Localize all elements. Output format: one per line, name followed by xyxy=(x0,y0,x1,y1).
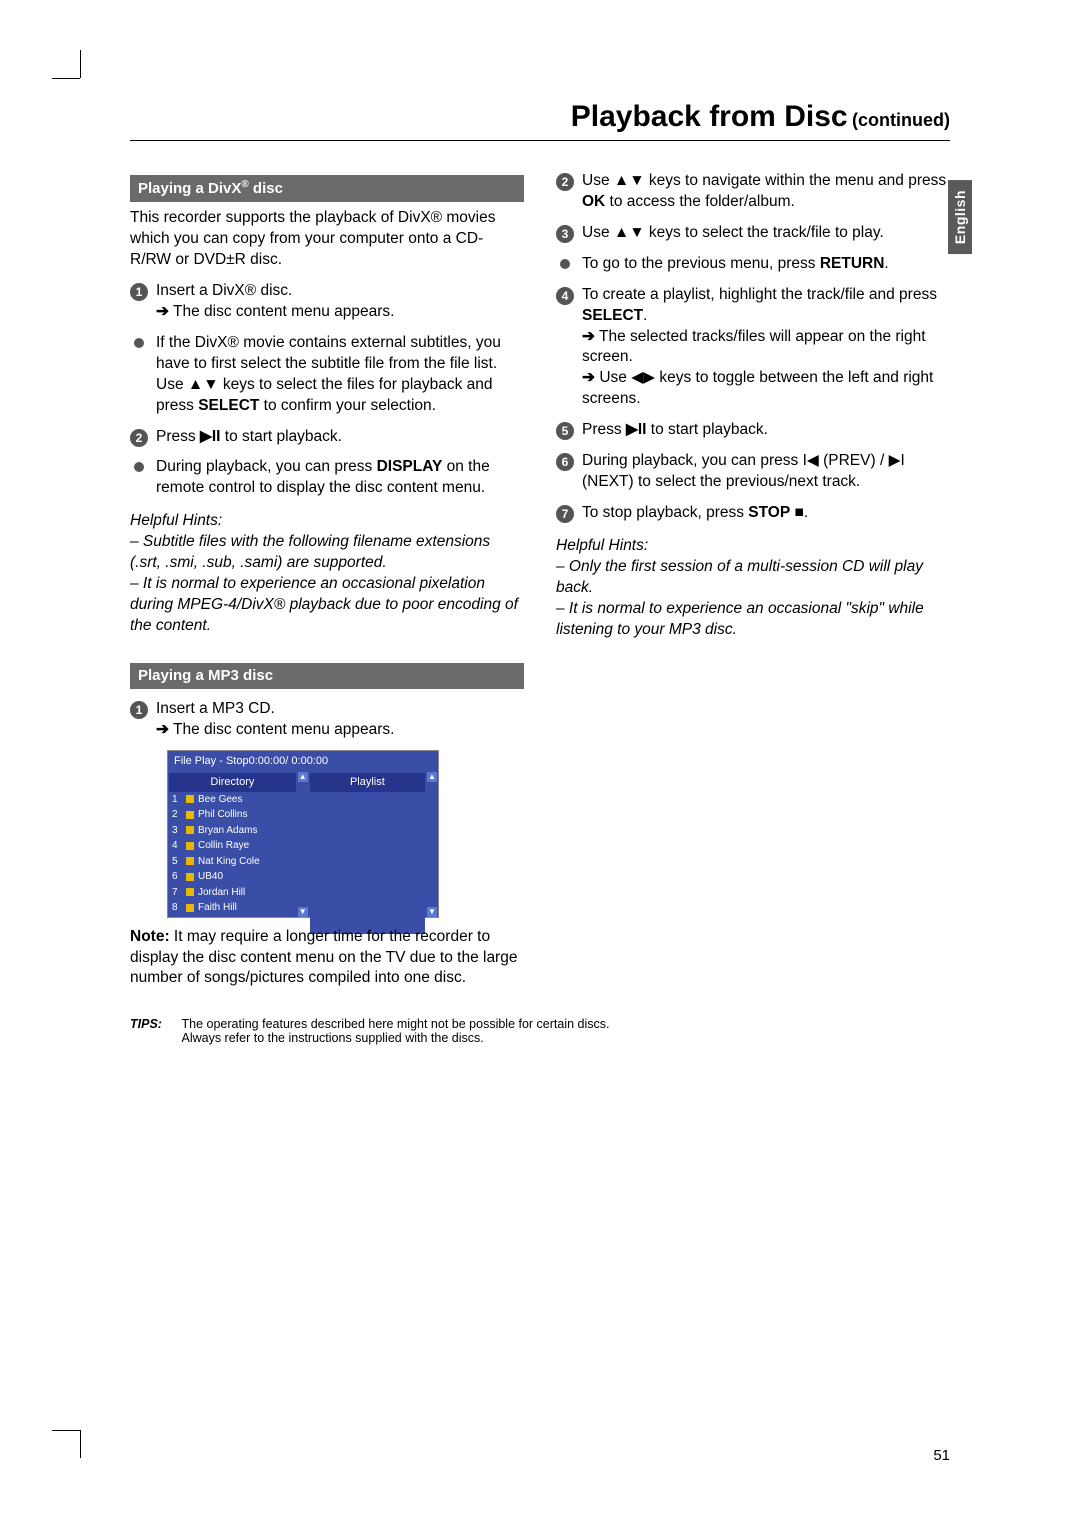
ui-playlist-header: Playlist xyxy=(310,773,425,792)
right-step-3: 3 Use ▲▼ keys to select the track/file t… xyxy=(556,223,950,244)
list-item: 1Bee Gees xyxy=(169,792,296,808)
right-step-5: 5 Press ▶II to start playback. xyxy=(556,420,950,441)
right-step-6: 6 During playback, you can press I◀ (PRE… xyxy=(556,451,950,493)
list-item: 6UB40 xyxy=(169,869,296,885)
right-column: 2 Use ▲▼ keys to navigate within the men… xyxy=(556,161,950,989)
crop-mark xyxy=(52,1430,80,1431)
section-header-mp3: Playing a MP3 disc xyxy=(130,663,524,689)
divx-step-1: 1 Insert a DivX® disc. ➔ The disc conten… xyxy=(130,281,524,323)
tips-label: TIPS: xyxy=(130,1017,178,1031)
step-badge-1: 1 xyxy=(130,283,148,301)
crop-mark xyxy=(80,50,81,78)
divx-step-2: 2 Press ▶II to start playback. xyxy=(130,427,524,448)
list-item: 4Collin Raye xyxy=(169,838,296,854)
step-badge-4: 4 xyxy=(556,287,574,305)
step-badge-3: 3 xyxy=(556,225,574,243)
next-icon: ▶I xyxy=(889,452,905,469)
divx-intro: This recorder supports the playback of D… xyxy=(130,208,524,271)
page-title: Playback from Disc xyxy=(571,100,848,133)
ui-scrollbar-right: ▲ ▼ xyxy=(426,772,438,917)
result-arrow-icon: ➔ xyxy=(156,303,169,320)
crop-mark xyxy=(52,78,80,79)
step-badge-7: 7 xyxy=(556,505,574,523)
section-header-divx: Playing a DivX® disc xyxy=(130,175,524,202)
page-header: Playback from Disc (continued) xyxy=(130,100,950,141)
divx-bullet-subtitles: If the DivX® movie contains external sub… xyxy=(130,333,524,417)
ui-scrollbar-left: ▲ ▼ xyxy=(297,772,309,917)
mp3-step-1: 1 Insert a MP3 CD. ➔ The disc content me… xyxy=(130,699,524,741)
ui-directory-list: 1Bee Gees 2Phil Collins 3Bryan Adams 4Co… xyxy=(169,792,296,916)
list-item: 5Nat King Cole xyxy=(169,854,296,870)
stop-icon: ■ xyxy=(795,504,804,521)
ui-playlist-panel: Playlist xyxy=(309,772,426,917)
right-step-2: 2 Use ▲▼ keys to navigate within the men… xyxy=(556,171,950,213)
divx-hints: Helpful Hints: – Subtitle files with the… xyxy=(130,511,524,637)
list-item: 8Faith Hill xyxy=(169,900,296,916)
divx-bullet-display: During playback, you can press DISPLAY o… xyxy=(130,457,524,499)
bullet-icon xyxy=(560,259,570,269)
prev-icon: I◀ xyxy=(803,452,819,469)
scroll-up-icon: ▲ xyxy=(427,772,437,782)
ui-directory-header: Directory xyxy=(169,773,296,792)
leftright-icon: ◀▶ xyxy=(631,369,655,386)
tips-footer: TIPS: The operating features described h… xyxy=(130,1017,950,1045)
scroll-down-icon: ▼ xyxy=(298,907,308,917)
step-badge-2: 2 xyxy=(556,173,574,191)
step-badge-6: 6 xyxy=(556,453,574,471)
file-play-screenshot: File Play - Stop0:00:00/ 0:00:00 Directo… xyxy=(168,751,438,917)
page-title-continued: (continued) xyxy=(852,110,950,130)
result-arrow-icon: ➔ xyxy=(156,721,169,738)
left-column: Playing a DivX® disc This recorder suppo… xyxy=(130,161,524,989)
right-step-7: 7 To stop playback, press STOP ■. xyxy=(556,503,950,524)
updown-icon: ▲▼ xyxy=(188,376,219,393)
step-badge-5: 5 xyxy=(556,422,574,440)
updown-icon: ▲▼ xyxy=(614,224,645,241)
page-content: Playback from Disc (continued) Playing a… xyxy=(130,100,950,1424)
scroll-down-icon: ▼ xyxy=(427,907,437,917)
crop-mark xyxy=(80,1430,81,1458)
ui-directory-panel: Directory 1Bee Gees 2Phil Collins 3Bryan… xyxy=(168,772,297,917)
bullet-icon xyxy=(134,462,144,472)
right-bullet-return: To go to the previous menu, press RETURN… xyxy=(556,254,950,275)
language-tab: English xyxy=(948,180,972,254)
playpause-icon: ▶II xyxy=(626,421,647,438)
right-hints: Helpful Hints: – Only the first session … xyxy=(556,536,950,641)
tips-text: The operating features described here mi… xyxy=(181,1017,861,1045)
playpause-icon: ▶II xyxy=(200,428,221,445)
columns: Playing a DivX® disc This recorder suppo… xyxy=(130,161,950,989)
list-item: 7Jordan Hill xyxy=(169,885,296,901)
scroll-up-icon: ▲ xyxy=(298,772,308,782)
list-item: 2Phil Collins xyxy=(169,807,296,823)
bullet-icon xyxy=(134,338,144,348)
step-badge-2: 2 xyxy=(130,429,148,447)
right-step-4: 4 To create a playlist, highlight the tr… xyxy=(556,285,950,411)
updown-icon: ▲▼ xyxy=(614,172,645,189)
page-number: 51 xyxy=(933,1447,950,1464)
list-item: 3Bryan Adams xyxy=(169,823,296,839)
result-arrow-icon: ➔ xyxy=(582,369,595,386)
ui-window-title: File Play - Stop0:00:00/ 0:00:00 xyxy=(168,751,438,772)
step-badge-1: 1 xyxy=(130,701,148,719)
result-arrow-icon: ➔ xyxy=(582,328,595,345)
mp3-note: Note: It may require a longer time for t… xyxy=(130,927,524,990)
